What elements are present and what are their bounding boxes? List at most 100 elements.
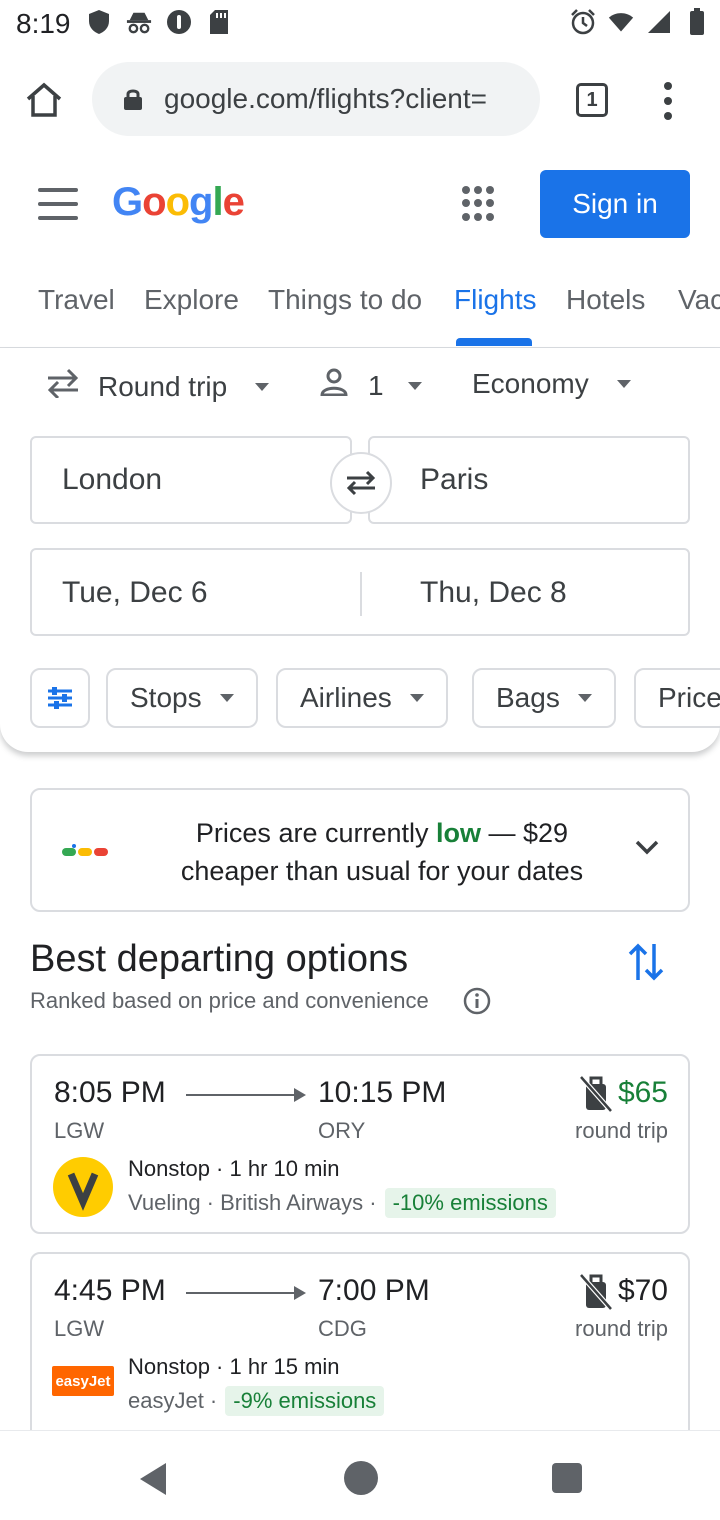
cabin-class-select[interactable]: Economy [472, 368, 631, 400]
tab-hotels[interactable]: Hotels [566, 284, 645, 316]
no-carry-on-bag-icon [579, 1273, 613, 1311]
logo-letter: o [165, 180, 190, 224]
trip-type-select[interactable]: Round trip [46, 368, 270, 405]
passenger-count: 1 [368, 369, 384, 401]
filter-stops[interactable]: Stops [106, 668, 258, 728]
sign-in-button[interactable]: Sign in [540, 170, 690, 238]
price-level-highlight: low [436, 818, 481, 848]
insight-text-before: Prices are currently [195, 818, 436, 848]
easyjet-logo-icon: easyJet [52, 1366, 114, 1396]
section-title: Best departing options [30, 938, 409, 980]
browser-toolbar: google.com/flights?client= 1 [0, 52, 720, 148]
carriers-text: Vueling · British Airways · [128, 1190, 377, 1215]
flight-result-card[interactable]: 8:05 PM 10:15 PM LGW ORY $65 round trip … [30, 1054, 690, 1234]
depart-airport-code: LGW [54, 1118, 105, 1143]
arrow-right-icon [294, 1088, 306, 1102]
logo-letter: o [142, 180, 166, 224]
chevron-down-icon [407, 381, 422, 390]
wifi-icon [608, 8, 634, 36]
chevron-down-icon [577, 694, 592, 702]
arrow-right-icon [294, 1286, 306, 1300]
filter-airlines[interactable]: Airlines [276, 668, 448, 728]
home-circle-icon[interactable] [342, 1459, 380, 1497]
arrive-airport-code: CDG [318, 1316, 367, 1341]
depart-time: 8:05 PM [54, 1076, 166, 1109]
price-type: round trip [575, 1118, 668, 1143]
trip-type-label: Round trip [98, 370, 228, 402]
depart-date-input[interactable]: Tue, Dec 6 [62, 576, 208, 610]
filter-label: Airlines [300, 682, 392, 713]
chevron-down-icon[interactable] [632, 832, 662, 862]
emissions-badge: -9% emissions [225, 1386, 385, 1416]
price-type: round trip [575, 1316, 668, 1341]
flight-price: $65 [617, 1076, 668, 1109]
logo-letter: G [112, 180, 143, 224]
tab-count: 1 [576, 83, 608, 117]
overflow-menu-icon[interactable] [650, 78, 686, 124]
info-icon[interactable] [462, 986, 492, 1016]
filter-label: Stops [130, 682, 202, 713]
incognito-icon [126, 8, 152, 36]
recents-icon[interactable] [552, 1463, 582, 1493]
no-carry-on-bag-icon [579, 1075, 613, 1113]
android-nav-bar [0, 1430, 720, 1520]
arrive-airport-code: ORY [318, 1118, 366, 1143]
flight-result-card[interactable]: 4:45 PM 7:00 PM LGW CDG $70 round trip e… [30, 1252, 690, 1442]
active-tab-indicator [456, 338, 532, 346]
logo-letter: e [222, 180, 245, 224]
price-insight-text: Prices are currently low — $29 cheaper t… [152, 814, 612, 890]
chevron-down-icon [255, 382, 270, 391]
carriers-row: easyJet · -9% emissions [128, 1386, 385, 1416]
emissions-badge: -10% emissions [384, 1188, 556, 1218]
signal-icon [646, 8, 672, 36]
google-logo[interactable]: Google [112, 180, 245, 225]
flight-price: $70 [617, 1274, 668, 1307]
address-bar[interactable]: google.com/flights?client= [92, 62, 540, 136]
route-line [186, 1094, 302, 1096]
swap-origin-destination-icon[interactable] [330, 452, 392, 514]
travel-nav-tabs: Travel Explore Things to do Flights Hote… [0, 262, 720, 348]
logo-letter: l [212, 180, 223, 224]
google-apps-icon[interactable] [462, 186, 498, 222]
lock-icon[interactable] [122, 86, 144, 112]
url-text[interactable]: google.com/flights?client= [164, 83, 524, 115]
carriers-row: Vueling · British Airways · -10% emissio… [128, 1188, 556, 1218]
filter-bags[interactable]: Bags [472, 668, 616, 728]
price-insight-card[interactable]: Prices are currently low — $29 cheaper t… [30, 788, 690, 912]
home-icon[interactable] [18, 74, 70, 126]
back-icon[interactable] [136, 1461, 170, 1497]
tab-things-to-do[interactable]: Things to do [268, 284, 422, 316]
filter-label: Price [658, 682, 720, 713]
passengers-select[interactable]: 1 [320, 368, 422, 403]
arrive-time: 7:00 PM [318, 1274, 430, 1307]
alarm-icon [570, 8, 596, 36]
flight-search-panel: Round trip 1 Economy London Paris Tue, D… [0, 348, 720, 752]
tab-switcher-button[interactable]: 1 [570, 78, 614, 122]
swap-arrows-icon [46, 368, 80, 405]
price-graph-icon [62, 844, 108, 856]
sort-icon[interactable] [626, 940, 666, 984]
vueling-logo-icon [53, 1157, 113, 1217]
origin-input[interactable]: London [30, 436, 352, 524]
shield-notification-icon [86, 8, 112, 36]
all-filters-icon[interactable] [30, 668, 90, 728]
status-time: 8:19 [16, 8, 71, 39]
podcast-icon [166, 8, 192, 36]
tab-vacation-rentals[interactable]: Vac [678, 284, 720, 316]
google-header: Google Sign in [0, 150, 720, 260]
cabin-class-label: Economy [472, 368, 589, 399]
destination-input[interactable]: Paris [368, 436, 690, 524]
filter-price[interactable]: Price [634, 668, 720, 728]
carriers-text: easyJet · [128, 1388, 218, 1413]
hamburger-menu-icon[interactable] [38, 188, 78, 220]
chevron-down-icon [616, 380, 631, 388]
tab-flights[interactable]: Flights [454, 284, 536, 316]
chevron-down-icon [219, 694, 234, 702]
tab-explore[interactable]: Explore [144, 284, 239, 316]
sd-card-icon [206, 8, 232, 36]
tab-travel[interactable]: Travel [38, 284, 115, 316]
return-date-input[interactable]: Thu, Dec 8 [420, 576, 567, 610]
depart-time: 4:45 PM [54, 1274, 166, 1307]
arrive-time: 10:15 PM [318, 1076, 447, 1109]
stops-duration: Nonstop · 1 hr 15 min [128, 1354, 340, 1379]
